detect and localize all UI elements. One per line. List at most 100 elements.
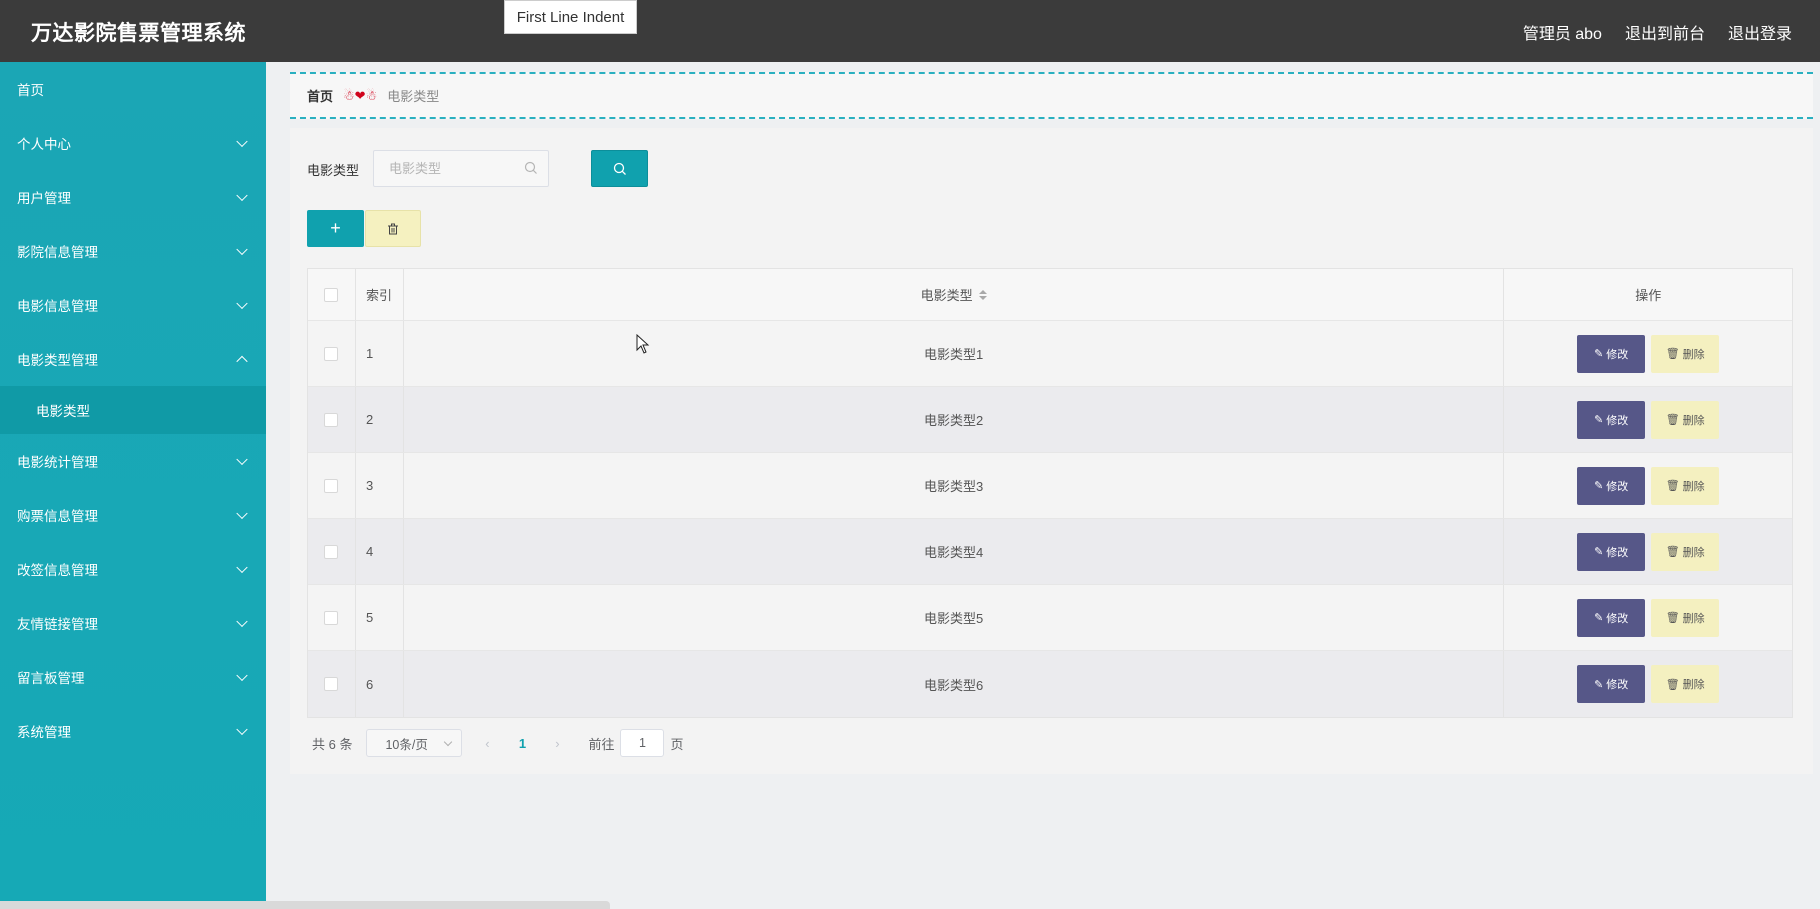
table-row: 5 电影类型5 ✎ 修改 🗑 删除 <box>308 585 1792 651</box>
row-index: 3 <box>356 453 404 518</box>
trash-icon <box>388 223 398 234</box>
bottom-strip <box>0 901 610 909</box>
sidebar-item-label: 电影统计管理 <box>17 455 98 470</box>
row-index: 6 <box>356 651 404 717</box>
batch-delete-button[interactable] <box>365 210 421 247</box>
sidebar-item-system[interactable]: 系统管理 <box>0 704 266 758</box>
delete-label: 删除 <box>1682 612 1705 625</box>
row-check-cell <box>308 519 356 584</box>
row-type: 电影类型3 <box>404 453 1505 518</box>
row-checkbox[interactable] <box>324 610 339 625</box>
chevron-down-icon <box>236 135 248 148</box>
sidebar-item-label: 系统管理 <box>17 725 71 740</box>
sidebar-item-movie-type[interactable]: 电影类型管理 <box>0 332 266 386</box>
breadcrumb-home[interactable]: 首页 <box>307 86 333 105</box>
trash-icon: 🗑 <box>1665 612 1680 624</box>
trash-icon: 🗑 <box>1665 480 1680 492</box>
edit-label: 修改 <box>1606 679 1629 691</box>
trash-icon: 🗑 <box>1665 678 1680 691</box>
row-type: 电影类型2 <box>404 387 1505 452</box>
add-button[interactable]: + <box>307 210 364 247</box>
admin-user-link[interactable]: 管理员 abo <box>1523 20 1602 44</box>
sidebar-item-label: 友情链接管理 <box>17 617 98 632</box>
chevron-down-icon <box>236 669 248 682</box>
row-checkbox[interactable] <box>324 478 339 493</box>
row-checkbox[interactable] <box>324 544 339 559</box>
sidebar-item-message-board[interactable]: 留言板管理 <box>0 650 266 704</box>
trash-icon: 🗑 <box>1665 414 1680 426</box>
row-type: 电影类型4 <box>404 519 1505 584</box>
sidebar-item-label: 用户管理 <box>17 191 71 206</box>
edit-button[interactable]: ✎ 修改 <box>1577 466 1646 505</box>
sidebar-item-rebook-info[interactable]: 改签信息管理 <box>0 542 266 596</box>
delete-button[interactable]: 🗑 删除 <box>1651 466 1720 505</box>
table-header-row: 索引 电影类型 操作 <box>308 269 1792 321</box>
chevron-down-icon <box>444 737 453 747</box>
sidebar-item-ticket-info[interactable]: 购票信息管理 <box>0 488 266 542</box>
delete-label: 删除 <box>1682 679 1705 691</box>
row-check-cell <box>308 651 356 717</box>
app-title: 万达影院售票管理系统 <box>31 22 246 45</box>
row-checkbox[interactable] <box>324 677 339 691</box>
data-table: 索引 电影类型 操作 1 电影类型1 ✎ 修改 🗑 删除 2 电影类型2 ✎ 修改 <box>307 268 1793 718</box>
delete-button[interactable]: 🗑 删除 <box>1651 532 1720 571</box>
edit-button[interactable]: ✎ 修改 <box>1577 532 1646 571</box>
trash-icon: 🗑 <box>1665 348 1680 360</box>
goto-page-input[interactable] <box>620 729 665 757</box>
sidebar-item-cinema-info[interactable]: 影院信息管理 <box>0 224 266 278</box>
sidebar: 首页 个人中心 用户管理 影院信息管理 电影信息管理 电影类型管理 电影类型 电… <box>0 62 266 909</box>
search-input[interactable] <box>374 151 548 186</box>
delete-button[interactable]: 🗑 删除 <box>1651 400 1720 439</box>
tooltip: First Line Indent <box>504 0 637 34</box>
edit-button[interactable]: ✎ 修改 <box>1577 665 1646 703</box>
sort-icon[interactable] <box>978 289 987 300</box>
sidebar-item-movie-stats[interactable]: 电影统计管理 <box>0 434 266 488</box>
edit-label: 修改 <box>1606 414 1629 427</box>
sidebar-item-home[interactable]: 首页 <box>0 62 266 116</box>
breadcrumb: 首页 ☃❤☃ 电影类型 <box>290 72 1813 119</box>
edit-icon: ✎ <box>1594 480 1604 492</box>
sidebar-item-friend-links[interactable]: 友情链接管理 <box>0 596 266 650</box>
top-links: 管理员 abo 退出到前台 退出登录 <box>1523 20 1792 44</box>
chevron-down-icon <box>236 507 248 520</box>
prev-page-button[interactable]: ‹ <box>472 736 502 751</box>
logout-link[interactable]: 退出登录 <box>1728 20 1792 44</box>
page-size-value: 10条/页 <box>385 737 428 752</box>
select-all-checkbox[interactable] <box>324 287 339 302</box>
search-icon <box>613 162 626 175</box>
next-page-button[interactable]: › <box>542 736 572 751</box>
delete-label: 删除 <box>1682 348 1705 361</box>
chevron-down-icon <box>236 243 248 256</box>
sidebar-item-user-management[interactable]: 用户管理 <box>0 170 266 224</box>
exit-to-frontend-link[interactable]: 退出到前台 <box>1625 20 1705 44</box>
delete-button[interactable]: 🗑 删除 <box>1651 665 1720 703</box>
page-number-current[interactable]: 1 <box>512 736 532 751</box>
row-ops: ✎ 修改 🗑 删除 <box>1504 387 1792 452</box>
edit-button[interactable]: ✎ 修改 <box>1577 400 1646 439</box>
chevron-down-icon <box>236 723 248 736</box>
search-button[interactable] <box>591 150 648 187</box>
sidebar-item-label: 个人中心 <box>17 137 71 152</box>
row-ops: ✎ 修改 🗑 删除 <box>1504 453 1792 518</box>
search-label: 电影类型 <box>307 163 360 178</box>
sidebar-item-personal-center[interactable]: 个人中心 <box>0 116 266 170</box>
row-checkbox[interactable] <box>324 412 339 427</box>
header-type[interactable]: 电影类型 <box>404 269 1505 320</box>
sidebar-item-movie-info[interactable]: 电影信息管理 <box>0 278 266 332</box>
sidebar-item-label: 留言板管理 <box>17 671 85 686</box>
row-checkbox[interactable] <box>324 346 339 361</box>
row-ops: ✎ 修改 🗑 删除 <box>1504 519 1792 584</box>
edit-icon: ✎ <box>1594 678 1604 691</box>
row-type: 电影类型1 <box>404 321 1505 386</box>
sidebar-subitem-movie-type[interactable]: 电影类型 <box>0 386 266 434</box>
delete-button[interactable]: 🗑 删除 <box>1651 334 1720 373</box>
table-row: 1 电影类型1 ✎ 修改 🗑 删除 <box>308 321 1792 387</box>
page-suffix: 页 <box>670 736 684 752</box>
sidebar-item-label: 影院信息管理 <box>17 245 98 260</box>
search-box <box>373 150 549 187</box>
row-ops: ✎ 修改 🗑 删除 <box>1504 321 1792 386</box>
edit-button[interactable]: ✎ 修改 <box>1577 334 1646 373</box>
delete-button[interactable]: 🗑 删除 <box>1651 598 1720 637</box>
edit-button[interactable]: ✎ 修改 <box>1577 598 1646 637</box>
page-size-select[interactable]: 10条/页 <box>366 729 463 757</box>
